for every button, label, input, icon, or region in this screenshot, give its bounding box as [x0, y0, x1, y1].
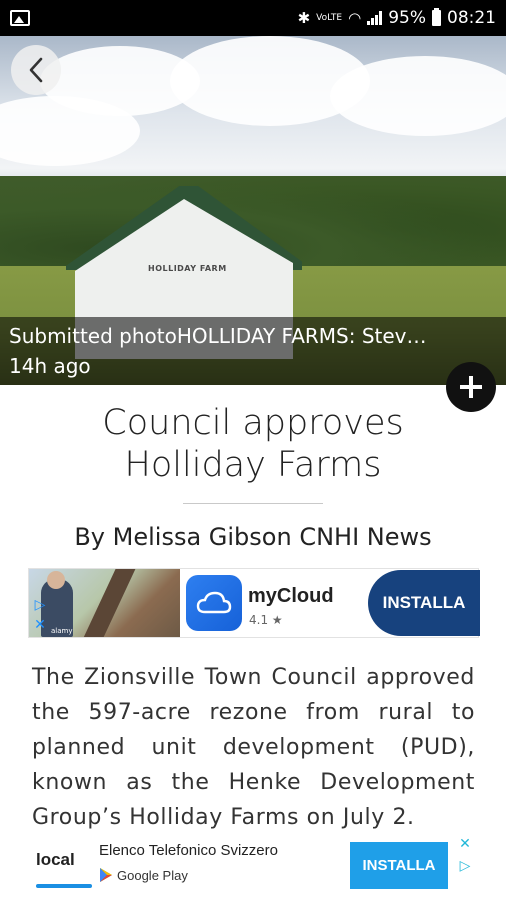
plus-icon — [460, 376, 482, 398]
ad-badges: ▷ ✕ — [31, 597, 49, 633]
ad-banner-local[interactable]: local Elenco Telefonico Svizzero Google … — [0, 836, 506, 900]
ad-photo: alamy — [29, 569, 180, 637]
close-icon[interactable]: ✕ — [459, 836, 471, 852]
hero-photo[interactable]: HOLLIDAY FARM Submitted photoHOLLIDAY FA… — [0, 36, 506, 385]
close-icon[interactable]: ✕ — [34, 617, 46, 633]
cloud-icon — [196, 591, 232, 614]
adchoices-icon[interactable]: ▷ — [35, 597, 46, 613]
photo-timestamp: 14h ago — [9, 354, 91, 378]
add-button[interactable] — [446, 362, 496, 412]
clock: 08:21 — [447, 8, 496, 28]
ad-photo-head — [47, 571, 65, 589]
ad-app-name: myCloud — [248, 585, 334, 607]
signal-icon — [367, 11, 383, 25]
ad-photo-watermark: alamy — [51, 627, 73, 635]
install-button[interactable]: INSTALLA — [350, 842, 448, 889]
google-play-icon — [100, 868, 112, 882]
back-button[interactable] — [11, 45, 61, 95]
ad-photo-branch — [79, 569, 137, 637]
ad-badges: ✕ ▷ — [456, 836, 474, 874]
local-logo-underline — [36, 884, 92, 888]
photo-caption-bar: Submitted photoHOLLIDAY FARMS: Stev… 14h… — [0, 317, 506, 385]
install-button[interactable]: INSTALLA — [368, 570, 480, 636]
volte-label: VoLTE — [316, 12, 343, 23]
wifi-icon: ◠ — [348, 9, 362, 27]
local-logo: local — [36, 850, 75, 869]
status-bar: ✱ VoLTE ◠ 95% 08:21 — [0, 0, 506, 36]
headline-divider — [183, 503, 323, 504]
google-play-label: Google Play — [117, 867, 188, 883]
ad-app-rating: 4.1 ★ — [249, 613, 283, 627]
google-play-badge: Google Play — [99, 867, 188, 883]
article-headline: Council approves Holliday Farms — [102, 403, 404, 485]
chevron-left-icon — [29, 57, 43, 83]
battery-icon — [432, 8, 441, 26]
photo-caption: Submitted photoHOLLIDAY FARMS: Stev… — [9, 324, 427, 348]
bluetooth-icon: ✱ — [297, 9, 311, 27]
ad-banner-mycloud[interactable]: alamy ▷ ✕ myCloud 4.1 ★ INSTALLA — [28, 568, 480, 638]
barn-sign: HOLLIDAY FARM — [148, 264, 227, 273]
article-body: The Zionsville Town Council approved the… — [32, 665, 475, 830]
adchoices-icon[interactable]: ▷ — [460, 858, 471, 874]
battery-percent: 95% — [388, 8, 426, 28]
article-byline: By Melissa Gibson CNHI News — [74, 523, 432, 551]
ad-title: Elenco Telefonico Svizzero — [99, 842, 278, 859]
mycloud-app-icon — [186, 575, 242, 631]
gallery-icon — [10, 10, 30, 26]
cloud — [330, 56, 506, 136]
